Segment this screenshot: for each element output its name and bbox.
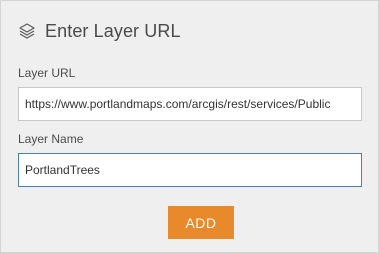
enter-layer-url-panel: Enter Layer URL Layer URL Layer Name ADD	[0, 0, 379, 253]
panel-title: Enter Layer URL	[45, 20, 181, 41]
layer-url-label: Layer URL	[18, 66, 76, 80]
layer-name-input[interactable]	[18, 153, 362, 187]
add-button[interactable]: ADD	[168, 206, 234, 239]
panel-header: Enter Layer URL	[18, 19, 181, 43]
layer-url-input[interactable]	[18, 87, 362, 121]
layer-name-label: Layer Name	[18, 132, 84, 146]
layers-icon	[18, 22, 36, 40]
